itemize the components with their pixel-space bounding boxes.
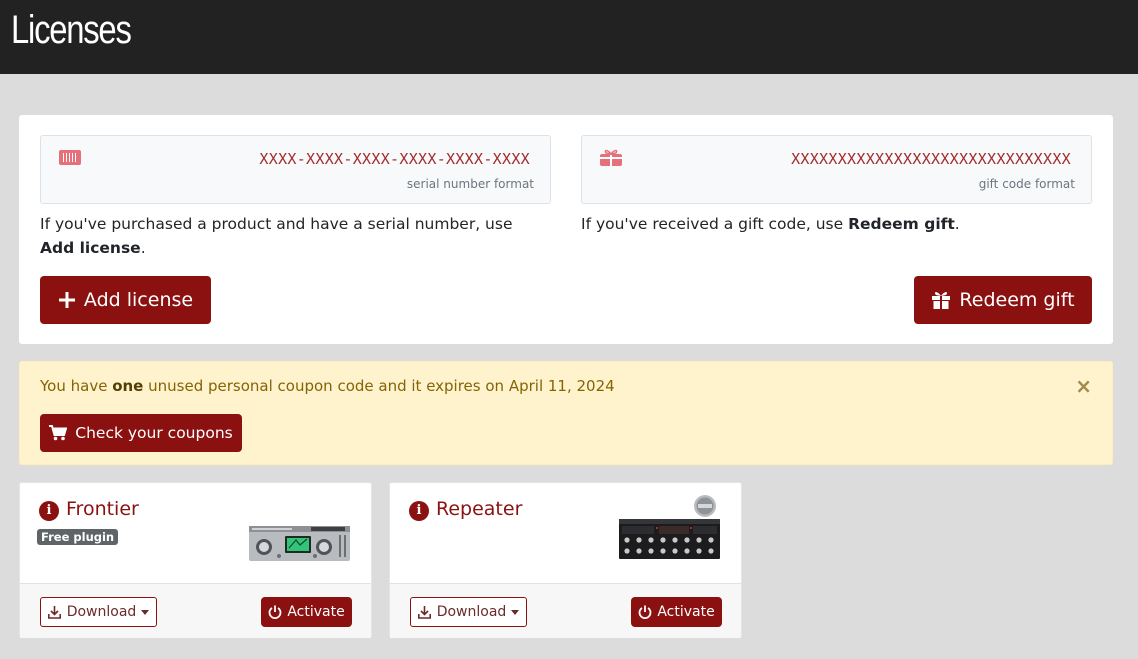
download-icon: [47, 605, 61, 619]
download-label: Download: [66, 604, 137, 620]
serial-help-text: If you've purchased a product and have a…: [40, 212, 540, 260]
chevron-down-icon: [141, 609, 150, 615]
page-header: Licenses: [0, 0, 1138, 74]
gift-icon: [600, 149, 622, 166]
activate-label: Activate: [657, 604, 715, 620]
info-icon[interactable]: i: [39, 501, 59, 521]
add-license-button[interactable]: Add license: [40, 276, 211, 324]
coupon-text-prefix: You have: [40, 377, 113, 395]
serial-format-code: XXXX-XXXX-XXXX-XXXX-XXXX-XXXX: [259, 150, 530, 168]
activate-button[interactable]: Activate: [261, 597, 352, 627]
product-header: i Frontier Free plugin: [20, 483, 371, 583]
serial-format-caption: serial number format: [406, 177, 534, 191]
download-button[interactable]: Download: [40, 597, 157, 627]
gift-help-bold: Redeem gift: [848, 215, 955, 233]
redeem-gift-button[interactable]: Redeem gift: [914, 276, 1092, 324]
license-card: XXXX-XXXX-XXXX-XXXX-XXXX-XXXX serial num…: [19, 115, 1113, 344]
serial-format-box: XXXX-XXXX-XXXX-XXXX-XXXX-XXXX serial num…: [40, 135, 551, 204]
download-button[interactable]: Download: [410, 597, 527, 627]
coupon-text-suffix: unused personal coupon code and it expir…: [143, 377, 615, 395]
repeater-plugin-image: [619, 495, 720, 559]
redeem-gift-label: Redeem gift: [959, 289, 1075, 311]
barcode-icon: [59, 150, 81, 165]
page-title: Licenses: [11, 8, 132, 52]
product-name[interactable]: Frontier: [66, 498, 139, 520]
product-card-repeater: i Repeater Download Activate: [389, 482, 742, 638]
product-card-frontier: i Frontier Free plugin Download Activate: [19, 482, 372, 638]
frontier-plugin-image: [249, 526, 350, 561]
chevron-down-icon: [511, 609, 520, 615]
close-icon[interactable]: ×: [1075, 374, 1092, 398]
cart-icon: [49, 425, 68, 441]
power-icon: [638, 605, 652, 619]
serial-help-prefix: If you've purchased a product and have a…: [40, 215, 513, 233]
product-header: i Repeater: [390, 483, 741, 583]
gift-format-code: XXXXXXXXXXXXXXXXXXXXXXXXXXXXXX: [791, 150, 1071, 168]
check-coupons-button[interactable]: Check your coupons: [40, 414, 242, 452]
plus-icon: [58, 292, 75, 308]
coupon-alert: You have one unused personal coupon code…: [19, 361, 1113, 465]
coupon-text-bold: one: [112, 377, 144, 395]
gift-help-text: If you've received a gift code, use Rede…: [581, 212, 1081, 236]
download-label: Download: [436, 604, 507, 620]
check-coupons-label: Check your coupons: [75, 424, 233, 442]
gift-format-box: XXXXXXXXXXXXXXXXXXXXXXXXXXXXXX gift code…: [581, 135, 1092, 204]
power-icon: [268, 605, 282, 619]
gift-icon: [932, 292, 951, 309]
gift-format-caption: gift code format: [978, 177, 1075, 191]
coupon-message: You have one unused personal coupon code…: [40, 377, 615, 395]
serial-help-suffix: .: [140, 239, 146, 257]
product-footer: Download Activate: [390, 583, 741, 638]
free-plugin-badge: Free plugin: [37, 529, 119, 545]
info-icon[interactable]: i: [409, 501, 429, 521]
add-license-label: Add license: [83, 289, 194, 311]
activate-label: Activate: [287, 604, 345, 620]
gift-help-suffix: .: [954, 215, 960, 233]
product-name[interactable]: Repeater: [436, 498, 522, 520]
serial-help-bold: Add license: [40, 239, 141, 257]
product-footer: Download Activate: [20, 583, 371, 638]
gift-help-prefix: If you've received a gift code, use: [581, 215, 849, 233]
activate-button[interactable]: Activate: [631, 597, 722, 627]
download-icon: [417, 605, 431, 619]
